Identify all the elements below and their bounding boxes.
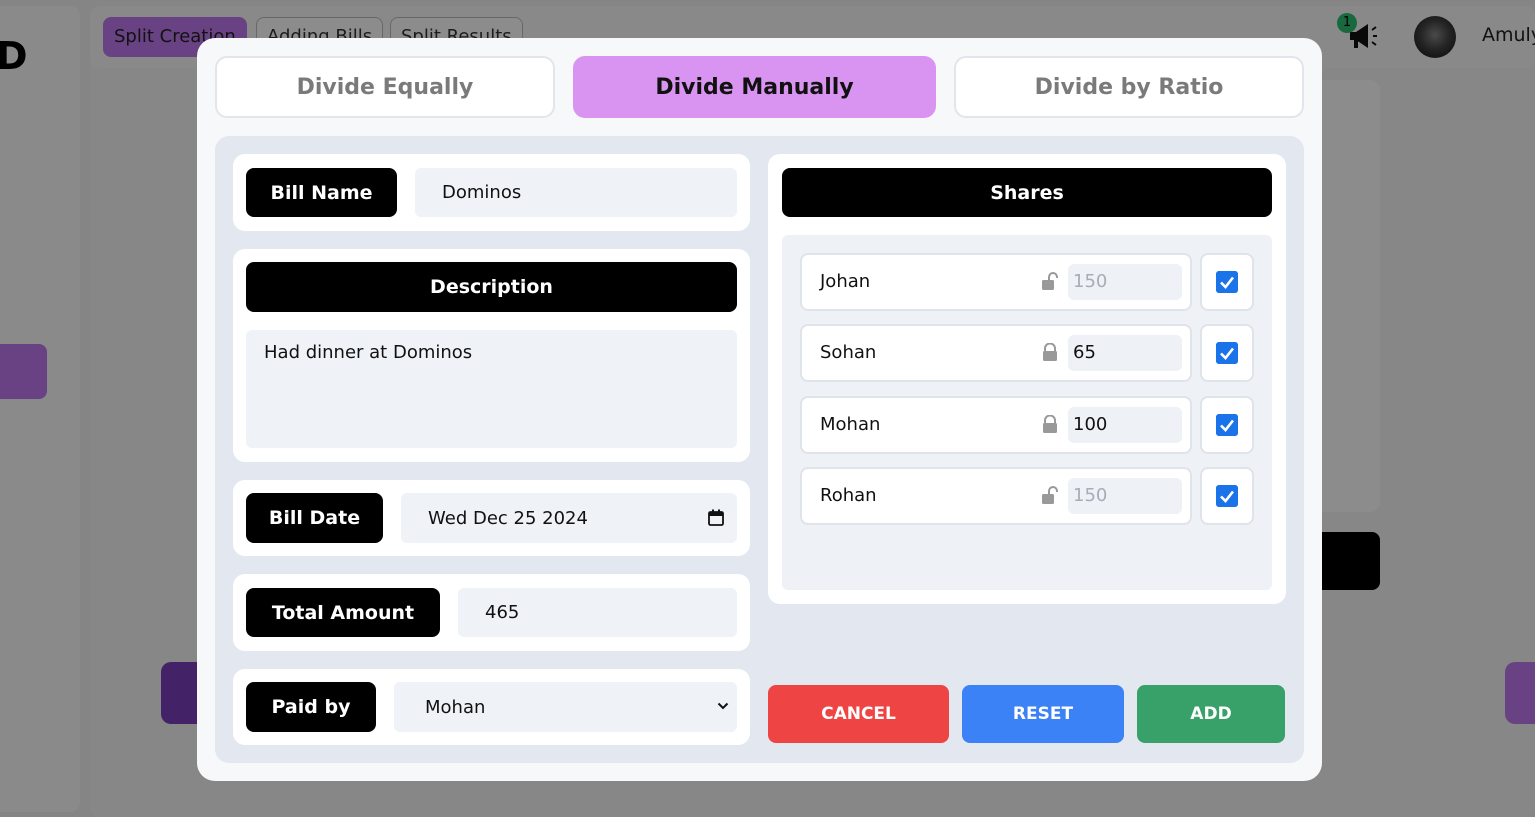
add-button[interactable]: ADD: [1137, 685, 1285, 743]
lock-icon[interactable]: [1040, 343, 1060, 363]
share-checkbox-cell-sohan: [1200, 324, 1254, 382]
share-checkbox-cell-rohan: [1200, 467, 1254, 525]
bill-date-value: Wed Dec 25 2024: [428, 507, 588, 529]
tab-divide-by-ratio[interactable]: Divide by Ratio: [954, 56, 1304, 118]
description-label: Description: [246, 262, 737, 312]
share-member-name: Johan: [820, 271, 871, 292]
bill-form: Bill Name Dominos Description Had dinner…: [215, 136, 1304, 763]
share-member-name: Mohan: [820, 414, 881, 435]
shares-title: Shares: [782, 168, 1272, 217]
total-amount-card: Total Amount 465: [233, 574, 750, 651]
total-amount-input[interactable]: 465: [458, 588, 737, 637]
add-bill-modal: Divide Equally Divide Manually Divide by…: [197, 38, 1322, 781]
bill-name-card: Bill Name Dominos: [233, 154, 750, 231]
paid-by-label: Paid by: [246, 682, 376, 732]
share-amount-input[interactable]: 100: [1068, 407, 1182, 443]
paid-by-select[interactable]: Mohan: [394, 682, 737, 732]
share-checkbox-cell-johan: [1200, 253, 1254, 311]
unlock-icon[interactable]: [1040, 272, 1060, 292]
paid-by-card: Paid by Mohan: [233, 669, 750, 745]
shares-card: Shares Johan 150 Sohan 65 Mohan 100 Roha…: [768, 154, 1286, 604]
bill-date-label: Bill Date: [246, 493, 383, 543]
shares-list: Johan 150 Sohan 65 Mohan 100 Rohan 150: [782, 235, 1272, 590]
share-checkbox-johan[interactable]: [1216, 271, 1238, 293]
share-row-sohan: Sohan 65: [800, 324, 1192, 382]
share-amount-input[interactable]: 150: [1068, 478, 1182, 514]
bill-date-card: Bill Date Wed Dec 25 2024: [233, 480, 750, 556]
description-card: Description Had dinner at Dominos: [233, 249, 750, 462]
share-row-rohan: Rohan 150: [800, 467, 1192, 525]
paid-by-value: Mohan: [425, 696, 486, 718]
bill-name-input[interactable]: Dominos: [415, 168, 737, 217]
tab-divide-equally[interactable]: Divide Equally: [215, 56, 555, 118]
share-amount-input[interactable]: 150: [1068, 264, 1182, 300]
description-textarea[interactable]: Had dinner at Dominos: [246, 330, 737, 448]
lock-icon[interactable]: [1040, 415, 1060, 435]
share-row-mohan: Mohan 100: [800, 396, 1192, 454]
share-checkbox-cell-mohan: [1200, 396, 1254, 454]
unlock-icon[interactable]: [1040, 486, 1060, 506]
share-row-johan: Johan 150: [800, 253, 1192, 311]
cancel-button[interactable]: CANCEL: [768, 685, 949, 743]
share-checkbox-sohan[interactable]: [1216, 342, 1238, 364]
share-checkbox-rohan[interactable]: [1216, 485, 1238, 507]
total-amount-label: Total Amount: [246, 588, 440, 637]
bill-date-input[interactable]: Wed Dec 25 2024: [401, 493, 737, 543]
chevron-down-icon: [717, 702, 729, 710]
calendar-icon[interactable]: [708, 509, 724, 526]
share-checkbox-mohan[interactable]: [1216, 414, 1238, 436]
tab-divide-manually[interactable]: Divide Manually: [573, 56, 936, 118]
reset-button[interactable]: RESET: [962, 685, 1124, 743]
bill-name-label: Bill Name: [246, 168, 397, 217]
share-member-name: Rohan: [820, 485, 877, 506]
share-amount-input[interactable]: 65: [1068, 335, 1182, 371]
share-member-name: Sohan: [820, 342, 877, 363]
